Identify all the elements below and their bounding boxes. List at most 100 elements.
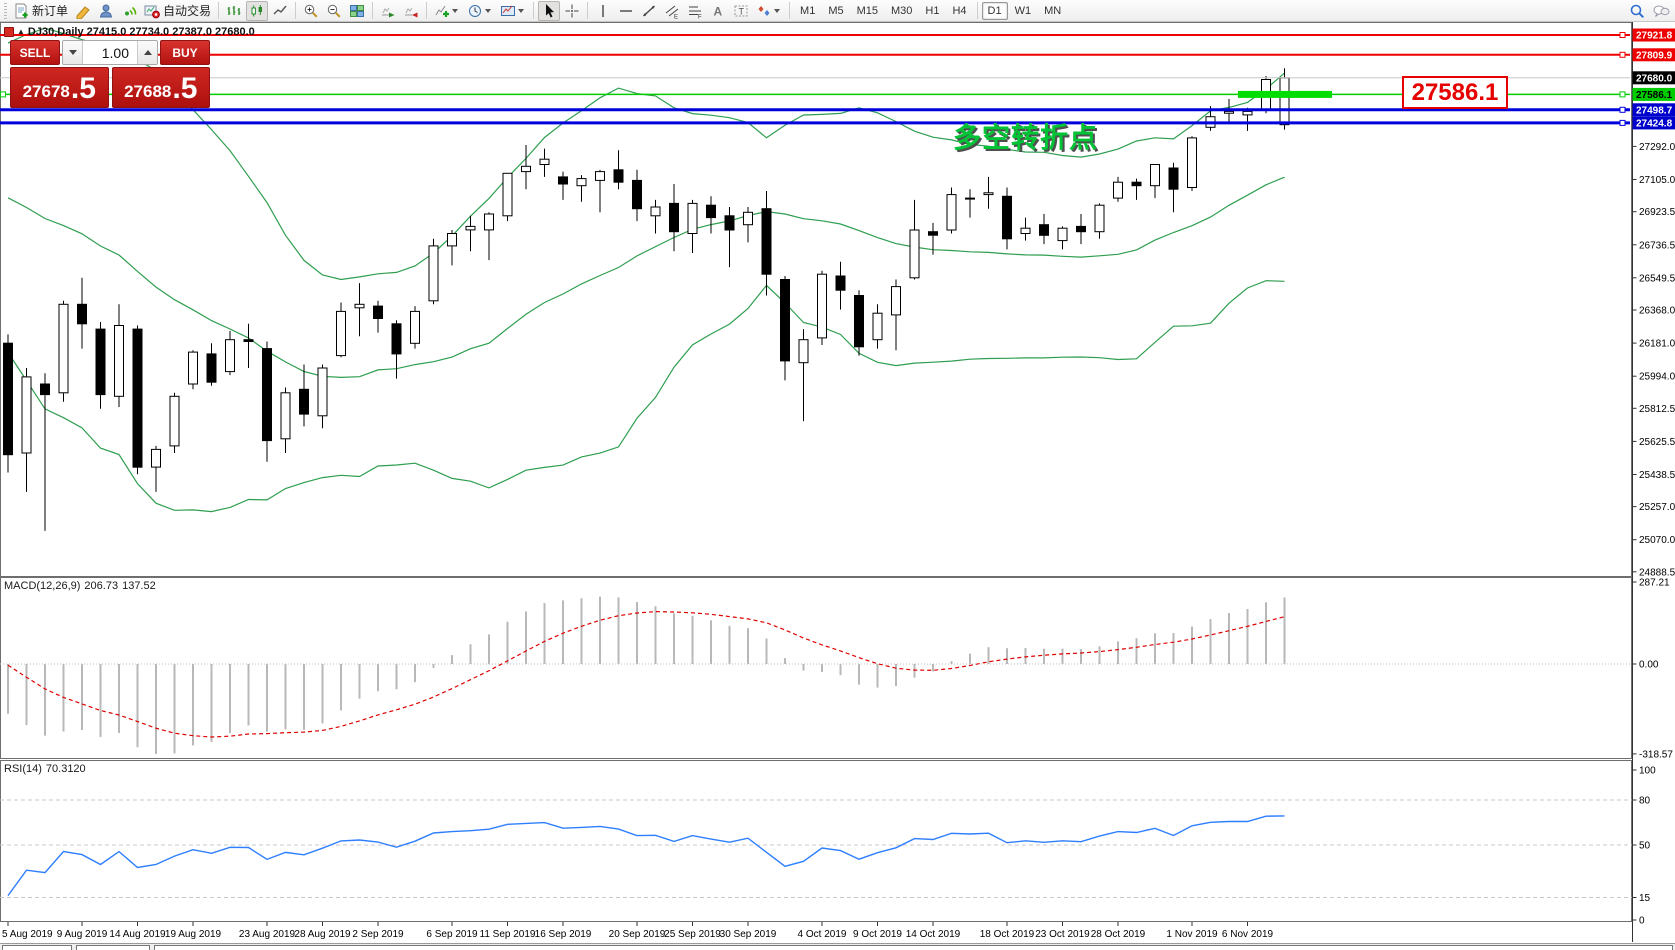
- svg-text:27809.9: 27809.9: [1636, 50, 1673, 61]
- sell-price-button[interactable]: 27678 .5: [10, 67, 109, 108]
- buy-button[interactable]: BUY: [160, 40, 210, 65]
- svg-text:F: F: [698, 14, 702, 19]
- price-chart-canvas[interactable]: 27292.027105.026923.526736.526549.526368…: [0, 22, 1675, 950]
- ohlc-values: 27415.0 27734.0 27387.0 27680.0: [87, 26, 255, 38]
- dropdown-caret-icon: [518, 9, 524, 13]
- periods-clock-icon: [467, 3, 483, 19]
- timeframe-w1[interactable]: W1: [1009, 2, 1038, 20]
- autotrading-button[interactable]: 自动交易: [141, 1, 214, 21]
- timeframe-h1[interactable]: H1: [919, 2, 945, 20]
- bar-chart-button[interactable]: [223, 1, 245, 21]
- arrows-shapes-button[interactable]: [753, 1, 785, 21]
- svg-text:18 Oct 2019: 18 Oct 2019: [980, 929, 1035, 940]
- metaeditor-button[interactable]: [72, 1, 94, 21]
- horizontal-line-button[interactable]: [615, 1, 637, 21]
- line-chart-button[interactable]: [269, 1, 291, 21]
- line-chart-icon: [272, 3, 288, 19]
- buy-price: 27688: [124, 80, 171, 104]
- timeframe-m30[interactable]: M30: [885, 2, 918, 20]
- main-toolbar: 新订单 自动交易 E F A T: [0, 0, 1675, 22]
- macd-signal-value: 137.52: [122, 580, 156, 592]
- equidistant-channel-button[interactable]: E: [661, 1, 683, 21]
- text-label-icon: T: [733, 3, 749, 19]
- timeframe-h4[interactable]: H4: [946, 2, 972, 20]
- svg-text:25994.0: 25994.0: [1639, 372, 1675, 383]
- svg-text:6 Sep 2019: 6 Sep 2019: [426, 929, 478, 940]
- chart-tab[interactable]: [154, 945, 1673, 950]
- chart-tab[interactable]: [76, 945, 150, 950]
- svg-text:100: 100: [1639, 766, 1656, 777]
- svg-text:26923.5: 26923.5: [1639, 207, 1675, 218]
- separator: [977, 2, 978, 19]
- sell-button[interactable]: SELL: [10, 40, 60, 65]
- auto-scroll-button[interactable]: [377, 1, 399, 21]
- svg-text:27921.8: 27921.8: [1636, 31, 1673, 42]
- timeframe-m5[interactable]: M5: [822, 2, 849, 20]
- new-order-button[interactable]: 新订单: [10, 1, 71, 21]
- svg-text:27498.7: 27498.7: [1636, 105, 1673, 116]
- community-icon: [98, 3, 114, 19]
- crosshair-button[interactable]: [561, 1, 583, 21]
- indicators-button[interactable]: [431, 1, 463, 21]
- svg-text:25625.5: 25625.5: [1639, 437, 1675, 448]
- volume-increase-button[interactable]: [137, 41, 157, 64]
- autotrading-icon: [144, 3, 160, 19]
- date-axis: 5 Aug 20199 Aug 201914 Aug 201919 Aug 20…: [2, 922, 1274, 940]
- fibonacci-button[interactable]: F: [684, 1, 706, 21]
- tile-windows-button[interactable]: [346, 1, 368, 21]
- volume-decrease-button[interactable]: [63, 41, 83, 64]
- timeframe-bar: M1M5M15M30H1H4 D1W1MN: [794, 2, 1067, 20]
- svg-text:25 Sep 2019: 25 Sep 2019: [664, 929, 721, 940]
- svg-text:23 Oct 2019: 23 Oct 2019: [1035, 929, 1090, 940]
- svg-text:287.21: 287.21: [1639, 578, 1670, 589]
- zoom-in-button[interactable]: [300, 1, 322, 21]
- timeframe-m15[interactable]: M15: [851, 2, 884, 20]
- svg-text:-318.57: -318.57: [1639, 749, 1673, 760]
- svg-text:80: 80: [1639, 796, 1651, 807]
- templates-button[interactable]: [497, 1, 529, 21]
- cursor-icon: [541, 3, 557, 19]
- trendline-icon: [641, 3, 657, 19]
- auto-scroll-icon: [380, 3, 396, 19]
- svg-text:20 Sep 2019: 20 Sep 2019: [609, 929, 666, 940]
- trendline-button[interactable]: [638, 1, 660, 21]
- search-button[interactable]: [1626, 1, 1648, 21]
- sell-price: 27678: [23, 80, 70, 104]
- chart-tab[interactable]: [2, 945, 72, 950]
- arrows-shapes-icon: [756, 3, 772, 19]
- macd-main-value: 206.73: [84, 580, 118, 592]
- chart-window-icon: [4, 27, 14, 37]
- svg-text:19 Aug 2019: 19 Aug 2019: [165, 929, 222, 940]
- panel-frames: [1, 22, 1633, 942]
- macd-name: MACD(12,26,9): [4, 580, 80, 592]
- text-button[interactable]: A: [707, 1, 729, 21]
- svg-text:27105.0: 27105.0: [1639, 175, 1675, 186]
- price-level-callout[interactable]: 27586.1: [1402, 76, 1508, 109]
- new-order-label: 新订单: [32, 2, 68, 19]
- cursor-button[interactable]: [538, 1, 560, 21]
- candlestick-chart-button[interactable]: [246, 1, 268, 21]
- zoom-out-button[interactable]: [323, 1, 345, 21]
- timeframe-m1[interactable]: M1: [794, 2, 821, 20]
- svg-text:26368.0: 26368.0: [1639, 306, 1675, 317]
- chart-shift-button[interactable]: [400, 1, 422, 21]
- signals-button[interactable]: [118, 1, 140, 21]
- chart-title: ▲ DJ30,Daily 27415.0 27734.0 27387.0 276…: [4, 26, 255, 38]
- buy-price-button[interactable]: 27688 .5: [112, 67, 211, 108]
- vertical-line-button[interactable]: [592, 1, 614, 21]
- toolbar-grip: [4, 3, 7, 19]
- rsi-name: RSI(14): [4, 763, 42, 775]
- timeframe-d1[interactable]: D1: [982, 2, 1008, 20]
- search-icon: [1629, 3, 1645, 19]
- dropdown-caret-icon: [774, 9, 780, 13]
- dropdown-caret-icon: [452, 9, 458, 13]
- chat-button[interactable]: [1649, 1, 1673, 21]
- volume-input[interactable]: 1.00: [83, 41, 137, 64]
- text-icon: A: [710, 3, 726, 19]
- timeframe-mn[interactable]: MN: [1038, 2, 1067, 20]
- text-label-button[interactable]: T: [730, 1, 752, 21]
- community-button[interactable]: [95, 1, 117, 21]
- periods-button[interactable]: [464, 1, 496, 21]
- chart-collapse-icon: ▲: [17, 28, 25, 36]
- chart-text-annotation[interactable]: 多空转折点: [953, 116, 1098, 156]
